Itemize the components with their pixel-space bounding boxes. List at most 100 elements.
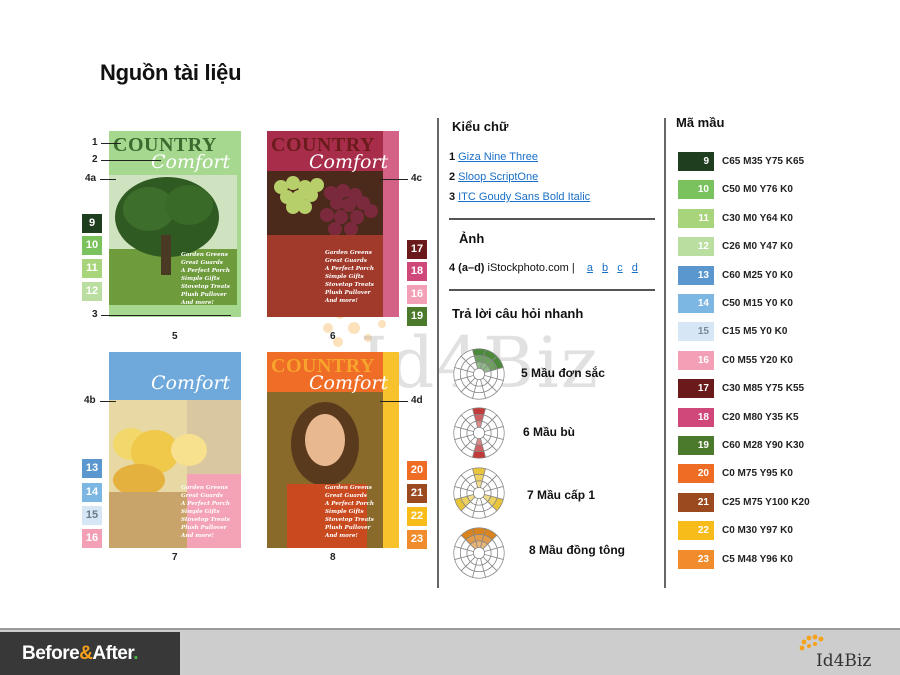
font-link[interactable]: Giza Nine Three bbox=[458, 151, 538, 163]
scheme-label: 7 Mầu cấp 1 bbox=[527, 488, 596, 502]
swatch-marker-12: 12 bbox=[82, 282, 102, 301]
callout-line bbox=[101, 315, 231, 316]
callout-4a: 4a bbox=[85, 173, 97, 184]
swatch-21: 21 bbox=[678, 493, 714, 512]
id4biz-logo: Id4Biz bbox=[796, 634, 886, 672]
color-wheel-icon bbox=[453, 348, 505, 400]
photo-link-c[interactable]: c bbox=[617, 262, 623, 274]
font-link[interactable]: ITC Goudy Sans Bold Italic bbox=[458, 191, 590, 203]
before-after-logo: Before&After. bbox=[0, 632, 180, 675]
swatch-code: C0 M55 Y20 K0 bbox=[722, 355, 793, 366]
swatch-code: C50 M15 Y0 K0 bbox=[722, 298, 793, 309]
color-wheel-icon bbox=[453, 407, 505, 459]
wheel-segment bbox=[453, 367, 462, 381]
swatch-code: C0 M30 Y97 K0 bbox=[722, 525, 793, 536]
swatch-17: 17 bbox=[678, 379, 714, 398]
wheel-segment bbox=[453, 546, 462, 560]
callout-4d: 4d bbox=[411, 395, 423, 406]
swatch-code: C50 M0 Y76 K0 bbox=[722, 184, 793, 195]
swatch-code: C30 M85 Y75 K55 bbox=[722, 383, 805, 394]
masthead-script: Comfort bbox=[151, 372, 231, 394]
page-title: Nguồn tài liệu bbox=[100, 60, 242, 85]
masthead-script: Comfort bbox=[309, 372, 389, 394]
wheel-center bbox=[473, 427, 485, 439]
column-divider bbox=[664, 118, 666, 588]
cover-blurbs: Garden Greens Great Guards A Perfect Porch… bbox=[181, 252, 230, 306]
fonts-heading: Kiểu chữ bbox=[452, 119, 509, 134]
masthead-script: Comfort bbox=[151, 151, 231, 173]
swatch-code: C30 M0 Y64 K0 bbox=[722, 213, 793, 224]
swatch-14: 14 bbox=[678, 294, 714, 313]
swatch-code: C60 M28 Y90 K30 bbox=[722, 440, 805, 451]
divider bbox=[449, 218, 655, 220]
callout-line bbox=[100, 401, 116, 402]
photo-link-a[interactable]: a bbox=[587, 262, 593, 274]
swatch-marker-11: 11 bbox=[82, 259, 102, 278]
font-item: 1 Giza Nine Three bbox=[449, 151, 539, 163]
swatches-heading: Mã mầu bbox=[676, 115, 725, 130]
swatch-marker-18: 18 bbox=[407, 262, 427, 281]
wheel-segment bbox=[472, 391, 486, 400]
scheme-label: 6 Mầu bù bbox=[523, 425, 576, 439]
photo-link-d[interactable]: d bbox=[632, 262, 638, 274]
swatch-marker-15: 15 bbox=[82, 506, 102, 525]
wheel-segment bbox=[496, 546, 505, 560]
swatch-marker-17: 17 bbox=[407, 240, 427, 259]
color-wheel-icon bbox=[453, 527, 505, 579]
cover-blurbs: Garden Greens Great Guards A Perfect Porch… bbox=[181, 485, 230, 539]
scheme-label: 8 Mầu đồng tông bbox=[529, 543, 625, 557]
swatch-10: 10 bbox=[678, 180, 714, 199]
swatch-19: 19 bbox=[678, 436, 714, 455]
swatch-20: 20 bbox=[678, 464, 714, 483]
swatch-marker-22: 22 bbox=[407, 507, 427, 526]
color-wheel-icon bbox=[453, 467, 505, 519]
scheme-label: 5 Mầu đơn sắc bbox=[521, 366, 605, 380]
page-number: 7 bbox=[172, 552, 178, 563]
cover-page-7: Country Comfort Garden Greens Great Guard… bbox=[109, 352, 241, 548]
font-link[interactable]: Sloop ScriptOne bbox=[458, 171, 538, 183]
wheel-segment bbox=[472, 407, 486, 416]
page-number: 6 bbox=[330, 331, 336, 342]
wheel-segment bbox=[472, 467, 486, 476]
swatch-marker-14: 14 bbox=[82, 483, 102, 502]
font-item: 3 ITC Goudy Sans Bold Italic bbox=[449, 191, 591, 203]
wheel-segment bbox=[472, 510, 486, 519]
swatch-code: C25 M75 Y100 K20 bbox=[722, 497, 810, 508]
wheel-segment bbox=[472, 570, 486, 579]
swatch-code: C60 M25 Y0 K0 bbox=[722, 270, 793, 281]
swatch-marker-10: 10 bbox=[82, 236, 102, 255]
cover-blurbs: Garden Greens Great Guards A Perfect Porch… bbox=[325, 250, 374, 304]
cover-page-6: Country Comfort Garden Greens Great Guard… bbox=[267, 131, 399, 317]
swatch-16: 16 bbox=[678, 351, 714, 370]
callout-line bbox=[100, 179, 116, 180]
wheel-segment bbox=[472, 527, 486, 536]
cover-page-8: Country Comfort Garden Greens Great Guard… bbox=[267, 352, 399, 548]
callout-3: 3 bbox=[92, 309, 98, 320]
font-item: 2 Sloop ScriptOne bbox=[449, 171, 539, 183]
swatch-23: 23 bbox=[678, 550, 714, 569]
wheel-segment bbox=[453, 486, 462, 500]
photo-source: 4 (a–d) iStockphoto.com | a b c d bbox=[449, 262, 638, 274]
swatch-marker-19: 19 bbox=[407, 307, 427, 326]
swatch-18: 18 bbox=[678, 408, 714, 427]
masthead-script: Comfort bbox=[309, 151, 389, 173]
swatch-code: C26 M0 Y47 K0 bbox=[722, 241, 793, 252]
swatch-code: C5 M48 Y96 K0 bbox=[722, 554, 793, 565]
wheel-center bbox=[473, 487, 485, 499]
cover-blurbs: Garden Greens Great Guards A Perfect Porch… bbox=[325, 485, 374, 539]
swatch-code: C15 M5 Y0 K0 bbox=[722, 326, 788, 337]
callout-line bbox=[380, 401, 408, 402]
callout-4b: 4b bbox=[84, 395, 96, 406]
callout-line bbox=[101, 160, 161, 161]
swatch-marker-20: 20 bbox=[407, 461, 427, 480]
wheel-segment bbox=[472, 450, 486, 459]
swatch-13: 13 bbox=[678, 266, 714, 285]
swatch-marker-23: 23 bbox=[407, 530, 427, 549]
divider bbox=[449, 289, 655, 291]
photo-link-b[interactable]: b bbox=[602, 262, 608, 274]
swatch-marker-21: 21 bbox=[407, 484, 427, 503]
swatch-code: C65 M35 Y75 K65 bbox=[722, 156, 805, 167]
callout-2: 2 bbox=[92, 154, 98, 165]
swatch-marker-9: 9 bbox=[82, 214, 102, 233]
callout-4c: 4c bbox=[411, 173, 423, 184]
